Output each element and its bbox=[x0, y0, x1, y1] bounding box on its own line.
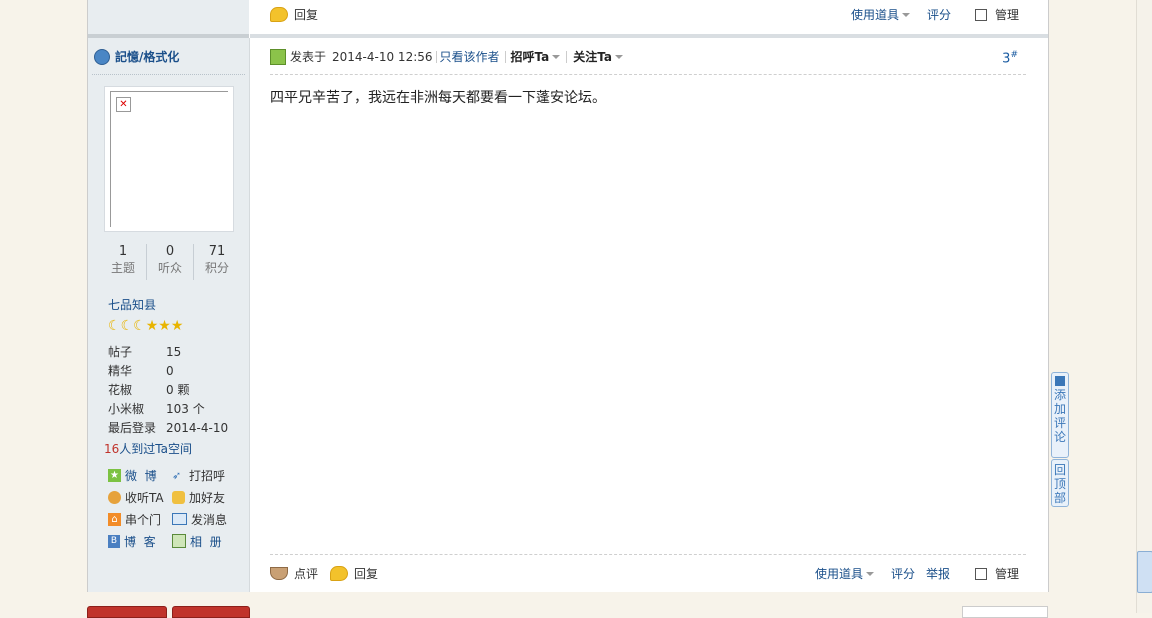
manage-checkbox[interactable] bbox=[975, 8, 987, 21]
star-icon: ★ bbox=[145, 318, 159, 334]
action-add-friend[interactable]: 加好友 bbox=[172, 489, 225, 506]
user-details: 帖子 15 精华 0 花椒 0 颗 小米椒 103 个 最后登录 2014-4-10 bbox=[108, 342, 243, 437]
prev-post-toolbar: 回复 使用道具 评分 管理 bbox=[270, 6, 1028, 26]
album-icon bbox=[172, 534, 186, 548]
post-container: 記憶/格式化 ✕ 1 主题 0 听众 71 积分 七品知县 ☾☾☾★★★ 帖子 … bbox=[87, 0, 1049, 592]
rank-stars: ☾☾☾★★★ bbox=[108, 318, 183, 334]
greet-ta-menu[interactable]: 招呼Ta bbox=[511, 48, 561, 65]
reply-button[interactable]: 回复 bbox=[270, 6, 318, 23]
action-row: ★ 微 博 ➶ 打招呼 bbox=[108, 464, 248, 486]
previous-post-author-footer bbox=[88, 0, 249, 38]
action-row: B博 客 相 册 bbox=[108, 530, 248, 552]
star-icon: ★ bbox=[170, 318, 184, 334]
post-footer: 点评 回复 使用道具 评分 举报 管理 bbox=[270, 554, 1026, 587]
stat-threads[interactable]: 1 主题 bbox=[100, 244, 147, 280]
action-album[interactable]: 相 册 bbox=[172, 533, 222, 550]
vertical-scrollbar[interactable] bbox=[1136, 0, 1152, 613]
detail-row: 帖子 15 bbox=[108, 344, 182, 360]
follow-ta-menu[interactable]: 关注Ta bbox=[573, 48, 624, 65]
reply-button-bottom[interactable]: 回复 bbox=[330, 565, 378, 582]
chevron-down-icon bbox=[552, 54, 561, 59]
author-stats: 1 主题 0 听众 71 积分 bbox=[100, 244, 240, 280]
bottom-button-1[interactable] bbox=[87, 606, 167, 618]
comment-button[interactable]: 点评 bbox=[270, 565, 318, 582]
author-only-link[interactable]: 只看该作者 bbox=[440, 48, 500, 65]
envelope-icon bbox=[172, 513, 187, 525]
user-rank[interactable]: 七品知县 bbox=[108, 296, 156, 313]
manage-checkbox[interactable] bbox=[975, 567, 987, 580]
action-row: ⌂ 串个门 发消息 bbox=[108, 508, 248, 530]
post-header: 发表于 2014-4-10 12:56 只看该作者 招呼Ta 关注Ta 3# bbox=[270, 46, 1026, 75]
meta-divider bbox=[504, 50, 506, 63]
chevron-down-icon bbox=[902, 12, 911, 17]
rate-link[interactable]: 评分 bbox=[927, 6, 951, 23]
user-actions: ★ 微 博 ➶ 打招呼 收听TA 加好友 ⌂ 串个门 发消息 B博 客 相 册 bbox=[108, 464, 248, 552]
follow-icon bbox=[108, 490, 121, 504]
post-date: 2014-4-10 12:56 bbox=[332, 49, 433, 64]
home-icon: ⌂ bbox=[108, 512, 121, 526]
action-blog[interactable]: B博 客 bbox=[108, 533, 172, 550]
rate-link-bottom[interactable]: 评分 bbox=[891, 565, 915, 582]
online-user-icon bbox=[94, 48, 110, 65]
moon-icon: ☾ bbox=[133, 318, 146, 334]
blog-icon: B bbox=[108, 534, 120, 548]
author-name[interactable]: 記憶/格式化 bbox=[115, 48, 179, 65]
author-sidebar: 記憶/格式化 ✕ 1 主题 0 听众 71 积分 七品知县 ☾☾☾★★★ 帖子 … bbox=[88, 38, 250, 592]
post-content: 四平兄辛苦了，我远在非洲每天都要看一下蓬安论坛。 bbox=[270, 90, 606, 106]
scrollbar-thumb[interactable] bbox=[1137, 551, 1152, 593]
post-meta: 发表于 2014-4-10 12:56 只看该作者 招呼Ta 关注Ta bbox=[270, 48, 624, 65]
back-to-top-tab[interactable]: 回顶部 bbox=[1051, 459, 1069, 507]
weibo-icon: ★ bbox=[108, 468, 121, 482]
manage-control-bottom[interactable]: 管理 bbox=[975, 565, 1019, 582]
reply-bubble-icon bbox=[270, 7, 288, 22]
wave-icon: ➶ bbox=[172, 468, 182, 482]
detail-row: 最后登录 2014-4-10 bbox=[108, 420, 229, 436]
action-weibo[interactable]: ★ 微 博 bbox=[108, 467, 172, 484]
post-separator bbox=[250, 34, 1048, 38]
add-comment-tab[interactable]: 添加评论 bbox=[1051, 372, 1069, 458]
detail-row: 小米椒 103 个 bbox=[108, 402, 205, 416]
star-icon: ★ bbox=[158, 318, 171, 334]
chevron-down-icon bbox=[866, 571, 875, 576]
use-item-menu-bottom[interactable]: 使用道具 bbox=[815, 565, 875, 582]
floor-number[interactable]: 3# bbox=[1002, 50, 1018, 66]
space-visits-link[interactable]: 16人到过Ta空间 bbox=[104, 440, 192, 457]
meta-divider bbox=[435, 50, 437, 63]
divider bbox=[92, 74, 245, 75]
reply-bubble-icon bbox=[330, 566, 348, 581]
chevron-down-icon bbox=[615, 54, 624, 59]
moon-icon: ☾ bbox=[120, 318, 134, 334]
detail-row: 花椒 0 颗 bbox=[108, 383, 190, 397]
action-message[interactable]: 发消息 bbox=[172, 511, 227, 528]
avatar[interactable]: ✕ bbox=[104, 86, 234, 232]
bottom-right-box[interactable] bbox=[962, 606, 1048, 618]
report-link[interactable]: 举报 bbox=[926, 565, 950, 582]
author-name-row[interactable]: 記憶/格式化 bbox=[94, 48, 179, 65]
action-row: 收听TA 加好友 bbox=[108, 486, 248, 508]
broken-image-icon: ✕ bbox=[116, 97, 131, 112]
coffee-cup-icon bbox=[270, 567, 288, 580]
bottom-button-2[interactable] bbox=[172, 606, 250, 618]
edit-icon bbox=[1055, 376, 1065, 386]
detail-row: 精华 0 bbox=[108, 363, 174, 379]
manage-control[interactable]: 管理 bbox=[975, 6, 1019, 23]
stat-points[interactable]: 71 积分 bbox=[194, 244, 240, 280]
action-visit[interactable]: ⌂ 串个门 bbox=[108, 511, 172, 528]
handshake-icon bbox=[172, 490, 185, 504]
use-item-menu[interactable]: 使用道具 bbox=[851, 6, 911, 23]
meta-divider bbox=[566, 50, 568, 63]
moon-icon: ☾ bbox=[108, 318, 121, 334]
action-greet[interactable]: ➶ 打招呼 bbox=[172, 467, 225, 484]
online-status-icon bbox=[270, 48, 286, 65]
stat-listeners[interactable]: 0 听众 bbox=[147, 244, 194, 280]
action-follow[interactable]: 收听TA bbox=[108, 489, 172, 506]
